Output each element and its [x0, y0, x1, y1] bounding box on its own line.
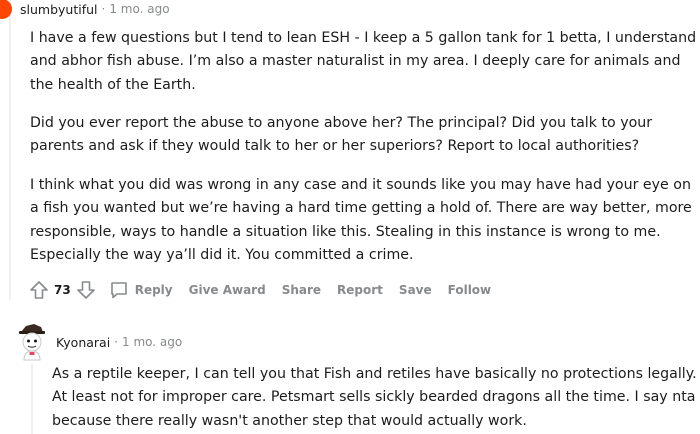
comment-paragraph: As a reptile keeper, I can tell you that…: [52, 366, 697, 429]
comment-body: Did you ever report the abuse to anyone …: [30, 112, 698, 159]
speech-bubble-icon: [110, 282, 127, 299]
comment-paragraph: I have a few questions but I tend to lea…: [30, 30, 697, 93]
arrow-up-icon[interactable]: [28, 278, 50, 302]
comment-header: slumbyutiful · 1 mo. ago: [0, 0, 170, 20]
comment-header: Kyonarai · 1 mo. ago: [14, 322, 182, 362]
avatar[interactable]: [0, 0, 12, 19]
timestamp[interactable]: 1 mo. ago: [122, 335, 182, 349]
avatar[interactable]: [14, 322, 50, 362]
comment-body: I have a few questions but I tend to lea…: [30, 27, 698, 97]
share-button[interactable]: Share: [282, 283, 321, 297]
comment-action-bar: 73 Reply Give Award Share Report Save Fo…: [28, 277, 491, 303]
separator-dot: ·: [114, 335, 119, 349]
give-award-button[interactable]: Give Award: [189, 283, 266, 297]
reply-button[interactable]: Reply: [109, 280, 173, 300]
separator-dot: ·: [101, 2, 106, 16]
thread-line[interactable]: [9, 0, 11, 300]
username-link[interactable]: Kyonarai: [56, 335, 110, 350]
comment-paragraph: Did you ever report the abuse to anyone …: [30, 115, 653, 155]
reply-label: Reply: [134, 283, 173, 297]
vote-score: 73: [54, 283, 71, 297]
comment-paragraph: I think what you did was wrong in any ca…: [30, 177, 692, 264]
username-link[interactable]: slumbyutiful: [20, 2, 98, 17]
timestamp[interactable]: 1 mo. ago: [109, 2, 169, 16]
save-button[interactable]: Save: [399, 283, 432, 297]
comment-body: I think what you did was wrong in any ca…: [30, 174, 698, 268]
thread-line[interactable]: [31, 364, 33, 434]
arrow-down-icon[interactable]: [75, 278, 97, 302]
comment-body: As a reptile keeper, I can tell you that…: [52, 363, 697, 433]
report-button[interactable]: Report: [337, 283, 383, 297]
follow-button[interactable]: Follow: [448, 283, 492, 297]
